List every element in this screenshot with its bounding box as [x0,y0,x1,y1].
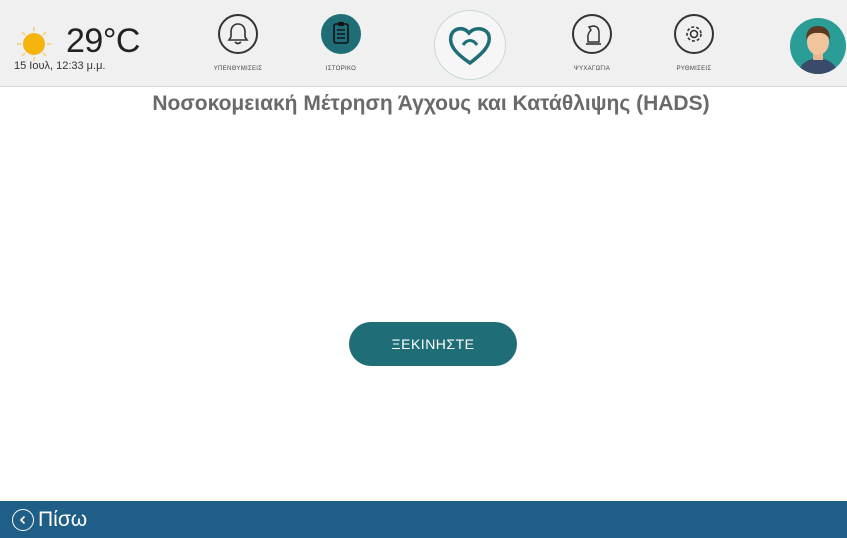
nav-history-label: ΙΣΤΟΡΙΚΟ [325,66,357,72]
nav-reminders-button[interactable]: ΥΠΕΝΘΥΜΙΣΕΙΣ [196,14,280,80]
date-time: 15 Ιουλ, 12:33 μ.μ. [14,60,106,72]
start-button[interactable]: ΞΕΚΙΝΗΣΤΕ [349,322,517,366]
home-heart-button[interactable] [434,10,506,80]
heart-icon [448,27,492,66]
sun-icon [16,26,51,61]
user-avatar[interactable] [790,18,846,74]
bottom-bar: Πίσω [0,501,847,538]
nav-entertainment-label: ΨΥΧΑΓΩΓΙΑ [573,66,611,72]
top-bar: 29°C 15 Ιουλ, 12:33 μ.μ. ΥΠΕΝΘΥΜΙΣΕΙΣ ΙΣ… [0,0,847,87]
back-button[interactable]: Πίσω [12,507,87,533]
clipboard-icon [321,14,361,54]
bell-icon [218,14,258,54]
nav-history-button[interactable]: ΙΣΤΟΡΙΚΟ [299,14,383,80]
nav-settings-label: ΡΥΘΜΙΣΕΙΣ [676,66,712,72]
back-label: Πίσω [38,508,88,531]
chess-knight-icon [572,14,612,54]
temperature-value: 29°C [66,22,140,60]
nav-entertainment-button[interactable]: ΨΥΧΑΓΩΓΙΑ [550,14,634,80]
nav-settings-button[interactable]: ΡΥΘΜΙΣΕΙΣ [652,14,736,80]
weather-widget: 29°C 15 Ιουλ, 12:33 μ.μ. [12,20,162,80]
avatar-icon [798,26,838,74]
nav-reminders-label: ΥΠΕΝΘΥΜΙΣΕΙΣ [213,66,263,72]
chevron-left-icon [12,509,34,531]
gear-icon [674,14,714,54]
page-title: Νοσοκομειακή Μέτρηση Άγχους και Κατάθλιψ… [152,92,710,115]
